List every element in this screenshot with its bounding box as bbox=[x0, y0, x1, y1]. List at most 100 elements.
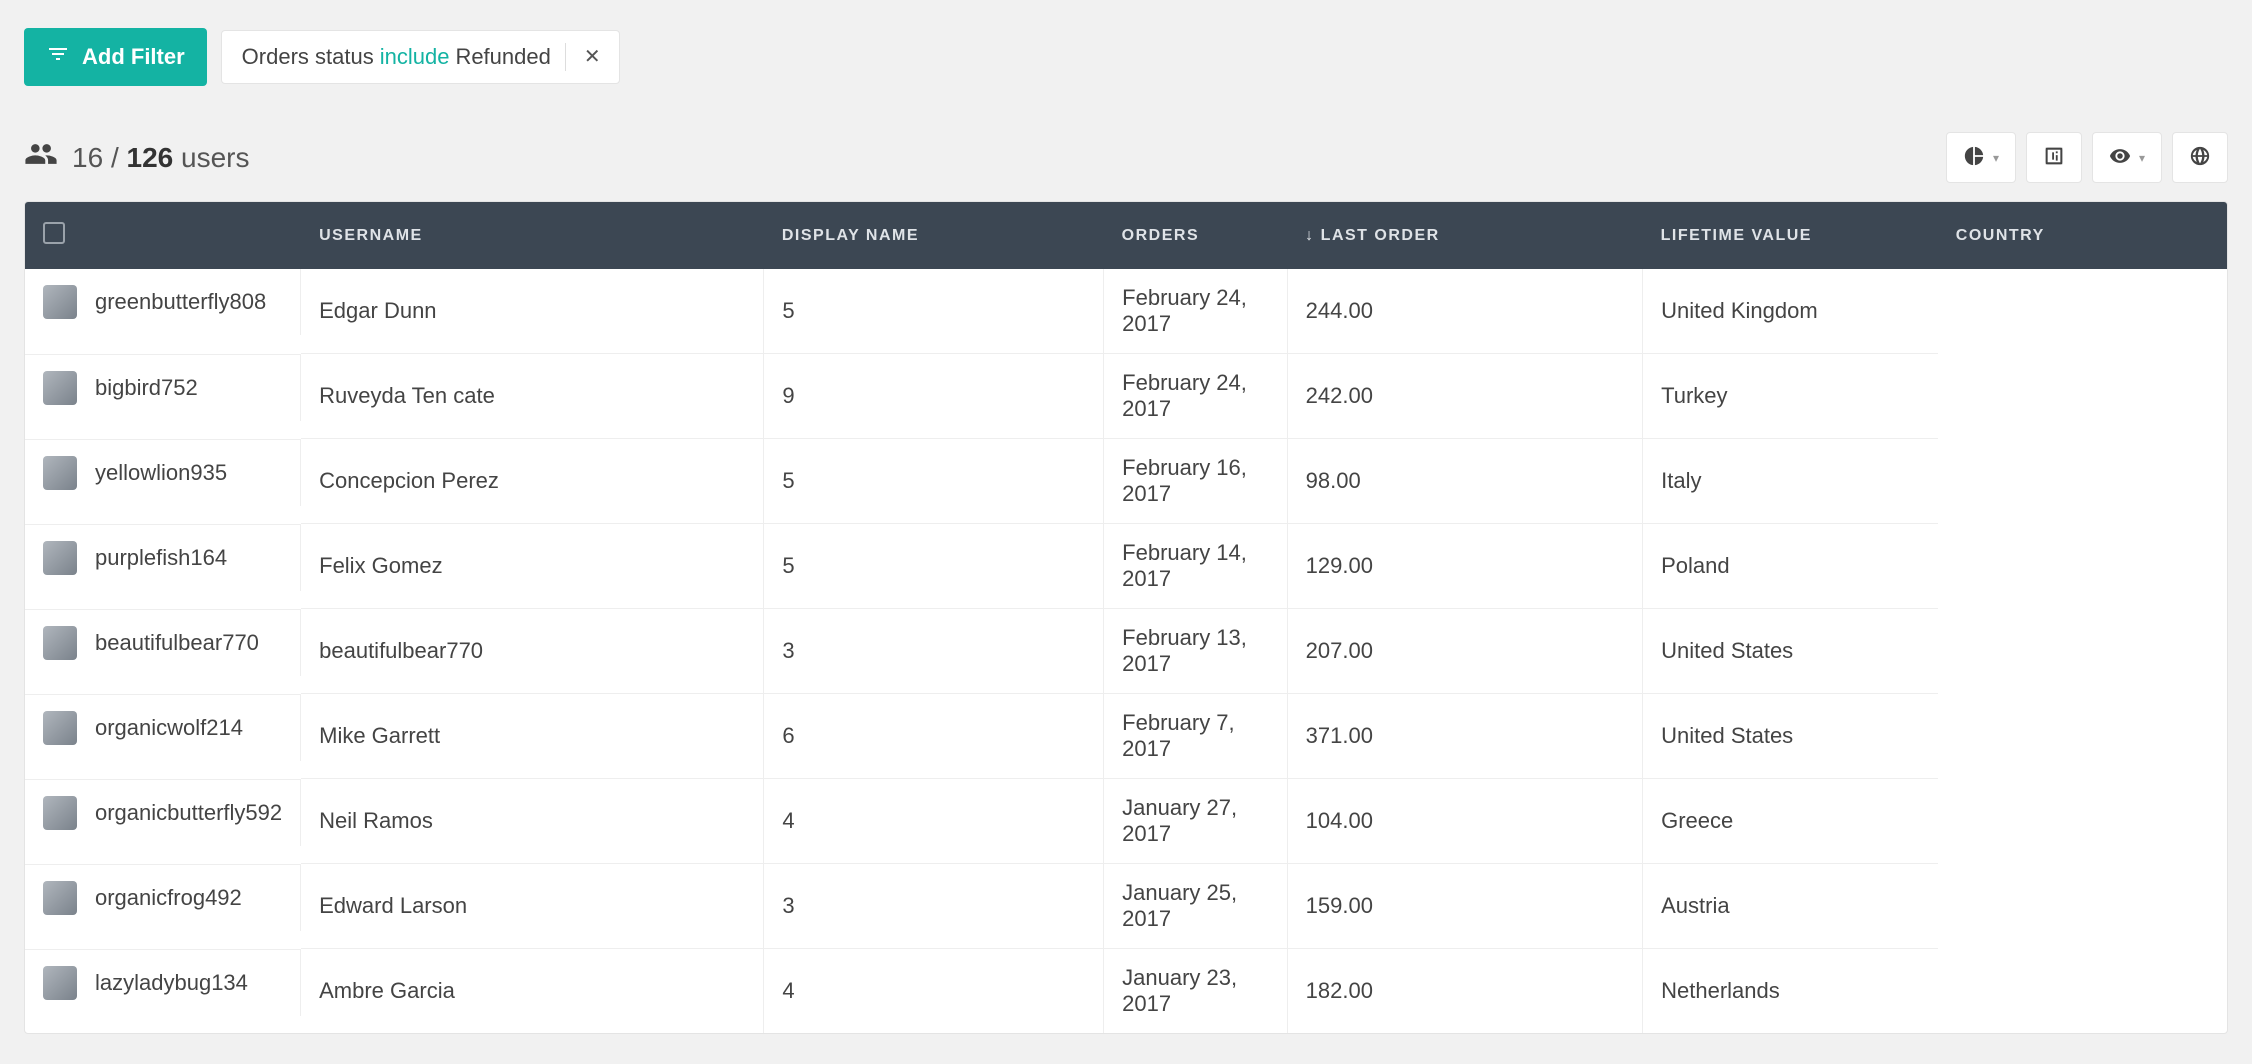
orders-cell: 3 bbox=[764, 609, 1104, 694]
column-header-orders[interactable]: Orders bbox=[1104, 202, 1288, 269]
avatar bbox=[43, 966, 77, 1000]
orders-cell: 3 bbox=[764, 864, 1104, 949]
lifetime-value-cell: 98.00 bbox=[1287, 439, 1642, 524]
table-row[interactable]: bigbird752 Ruveyda Ten cate9February 24, … bbox=[25, 354, 2227, 439]
export-icon bbox=[2043, 145, 2065, 170]
avatar bbox=[43, 371, 77, 405]
last-order-cell: January 25, 2017 bbox=[1104, 864, 1288, 949]
username-cell: beautifulbear770 bbox=[95, 630, 259, 656]
filter-subject: Orders status bbox=[242, 44, 374, 70]
remove-filter-button[interactable]: ✕ bbox=[576, 43, 609, 71]
country-cell: United Kingdom bbox=[1643, 269, 1938, 354]
avatar bbox=[43, 711, 77, 745]
column-header-lifetime-value[interactable]: Lifetime Value bbox=[1643, 202, 1938, 269]
column-header-display-name[interactable]: Display Name bbox=[764, 202, 1104, 269]
display-name-cell: Concepcion Perez bbox=[301, 439, 764, 524]
last-order-cell: January 27, 2017 bbox=[1104, 779, 1288, 864]
sort-descending-icon: ↓ bbox=[1305, 227, 1315, 244]
select-all-checkbox[interactable] bbox=[43, 222, 65, 244]
column-header-last-order-label: Last Order bbox=[1321, 227, 1440, 244]
filter-icon bbox=[46, 42, 70, 72]
display-name-cell: Edgar Dunn bbox=[301, 269, 764, 354]
chart-dropdown-button[interactable]: ▾ bbox=[1946, 132, 2016, 183]
table-row[interactable]: greenbutterfly808 Edgar Dunn5February 24,… bbox=[25, 269, 2227, 354]
orders-cell: 5 bbox=[764, 269, 1104, 354]
column-header-country[interactable]: Country bbox=[1938, 202, 2227, 269]
country-cell: United States bbox=[1643, 694, 1938, 779]
lifetime-value-cell: 242.00 bbox=[1287, 354, 1642, 439]
add-filter-button[interactable]: Add Filter bbox=[24, 28, 207, 86]
country-cell: Austria bbox=[1643, 864, 1938, 949]
table-row[interactable]: beautifulbear770beautifulbear7703Februar… bbox=[25, 609, 2227, 694]
orders-cell: 5 bbox=[764, 439, 1104, 524]
country-cell: Greece bbox=[1643, 779, 1938, 864]
close-icon: ✕ bbox=[584, 46, 601, 68]
filter-chip[interactable]: Orders status include Refunded ✕ bbox=[221, 30, 620, 84]
pie-chart-icon bbox=[1963, 145, 1985, 170]
filter-divider bbox=[565, 43, 566, 71]
username-cell: organicbutterfly592 bbox=[95, 800, 282, 826]
display-name-cell: beautifulbear770 bbox=[301, 609, 764, 694]
table-row[interactable]: yellowlion935 Concepcion Perez5February 1… bbox=[25, 439, 2227, 524]
count-separator: / bbox=[111, 142, 119, 173]
username-cell: organicfrog492 bbox=[95, 885, 242, 911]
country-cell: Italy bbox=[1643, 439, 1938, 524]
orders-cell: 6 bbox=[764, 694, 1104, 779]
last-order-cell: February 13, 2017 bbox=[1104, 609, 1288, 694]
username-cell: greenbutterfly808 bbox=[95, 289, 266, 315]
chevron-down-icon: ▾ bbox=[2139, 151, 2145, 165]
table-row[interactable]: lazyladybug134 Ambre Garcia4January 23, 2… bbox=[25, 949, 2227, 1034]
display-name-cell: Ruveyda Ten cate bbox=[301, 354, 764, 439]
column-header-last-order[interactable]: ↓ Last Order bbox=[1287, 202, 1642, 269]
last-order-cell: February 14, 2017 bbox=[1104, 524, 1288, 609]
display-name-cell: Ambre Garcia bbox=[301, 949, 764, 1034]
username-cell: organicwolf214 bbox=[95, 715, 243, 741]
lifetime-value-cell: 207.00 bbox=[1287, 609, 1642, 694]
avatar bbox=[43, 541, 77, 575]
country-cell: Poland bbox=[1643, 524, 1938, 609]
country-cell: Netherlands bbox=[1643, 949, 1938, 1034]
orders-cell: 4 bbox=[764, 949, 1104, 1034]
username-cell: purplefish164 bbox=[95, 545, 227, 571]
last-order-cell: January 23, 2017 bbox=[1104, 949, 1288, 1034]
display-name-cell: Edward Larson bbox=[301, 864, 764, 949]
globe-icon bbox=[2189, 145, 2211, 170]
avatar bbox=[43, 626, 77, 660]
filtered-count: 16 bbox=[72, 142, 103, 173]
filter-verb: include bbox=[380, 44, 450, 70]
add-filter-label: Add Filter bbox=[82, 44, 185, 70]
export-button[interactable] bbox=[2026, 132, 2082, 183]
avatar bbox=[43, 285, 77, 319]
last-order-cell: February 24, 2017 bbox=[1104, 354, 1288, 439]
last-order-cell: February 7, 2017 bbox=[1104, 694, 1288, 779]
users-icon bbox=[24, 140, 58, 175]
lifetime-value-cell: 244.00 bbox=[1287, 269, 1642, 354]
visibility-dropdown-button[interactable]: ▾ bbox=[2092, 132, 2162, 183]
lifetime-value-cell: 371.00 bbox=[1287, 694, 1642, 779]
orders-cell: 4 bbox=[764, 779, 1104, 864]
globe-button[interactable] bbox=[2172, 132, 2228, 183]
last-order-cell: February 24, 2017 bbox=[1104, 269, 1288, 354]
avatar bbox=[43, 881, 77, 915]
display-name-cell: Neil Ramos bbox=[301, 779, 764, 864]
users-table: Username Display Name Orders ↓ Last Order… bbox=[24, 201, 2228, 1034]
orders-cell: 9 bbox=[764, 354, 1104, 439]
username-cell: lazyladybug134 bbox=[95, 970, 248, 996]
table-row[interactable]: organicfrog492 Edward Larson3January 25, … bbox=[25, 864, 2227, 949]
orders-cell: 5 bbox=[764, 524, 1104, 609]
last-order-cell: February 16, 2017 bbox=[1104, 439, 1288, 524]
summary-label: users bbox=[181, 142, 249, 173]
column-header-username[interactable]: Username bbox=[301, 202, 764, 269]
table-row[interactable]: purplefish164 Felix Gomez5February 14, 20… bbox=[25, 524, 2227, 609]
avatar bbox=[43, 796, 77, 830]
country-cell: United States bbox=[1643, 609, 1938, 694]
lifetime-value-cell: 129.00 bbox=[1287, 524, 1642, 609]
result-summary: 16 / 126 users bbox=[24, 140, 249, 175]
table-row[interactable]: organicwolf214 Mike Garrett6February 7, 2… bbox=[25, 694, 2227, 779]
table-row[interactable]: organicbutterfly592 Neil Ramos4January 27… bbox=[25, 779, 2227, 864]
lifetime-value-cell: 182.00 bbox=[1287, 949, 1642, 1034]
username-cell: bigbird752 bbox=[95, 375, 198, 401]
username-cell: yellowlion935 bbox=[95, 460, 227, 486]
display-name-cell: Mike Garrett bbox=[301, 694, 764, 779]
display-name-cell: Felix Gomez bbox=[301, 524, 764, 609]
